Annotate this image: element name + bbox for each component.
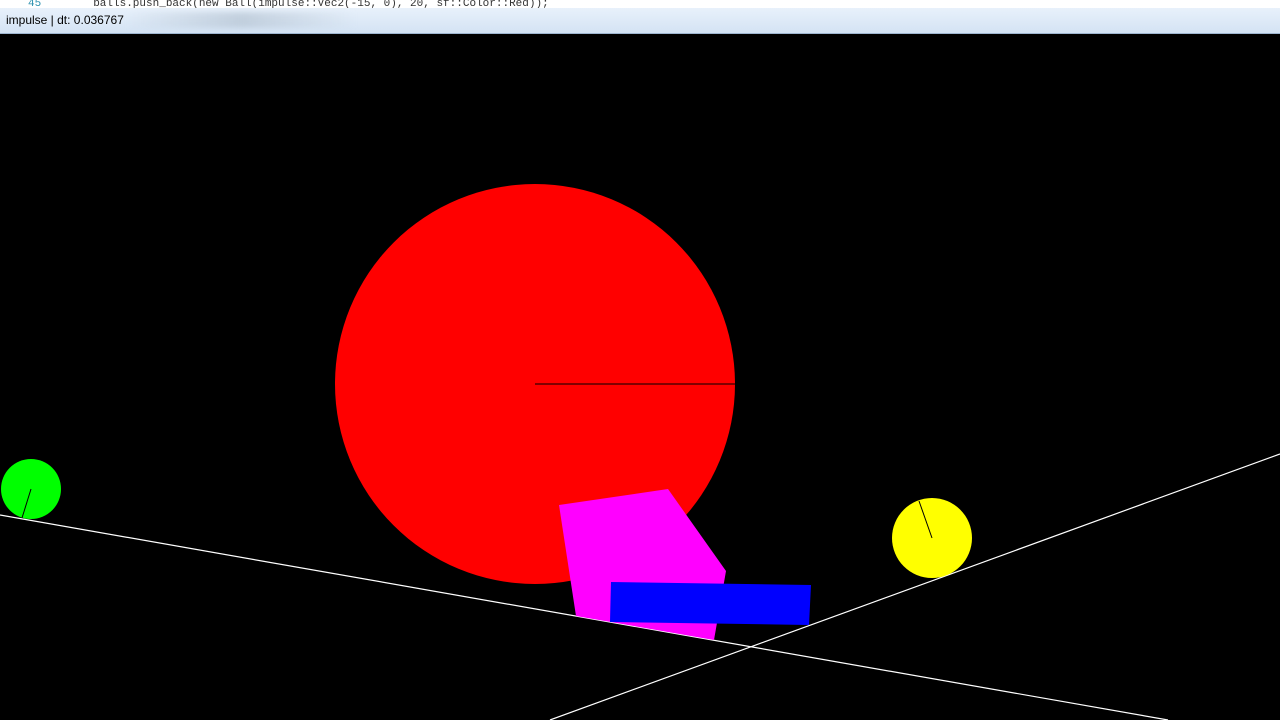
blurred-titlebar-region	[126, 12, 356, 28]
scene-canvas	[0, 184, 1280, 720]
physics-scene	[0, 34, 1280, 720]
blue-flat-box	[610, 582, 811, 625]
editor-line-number: 45	[28, 0, 42, 8]
window-titlebar[interactable]: impulse | dt: 0.036767	[0, 8, 1280, 34]
background-code-editor: 45 balls.push_back(new Ball(impulse::Vec2…	[0, 0, 1280, 8]
window-title: impulse | dt: 0.036767	[6, 13, 124, 27]
editor-code-line: balls.push_back(new Ball(impulse::Vec2(-…	[93, 0, 549, 8]
